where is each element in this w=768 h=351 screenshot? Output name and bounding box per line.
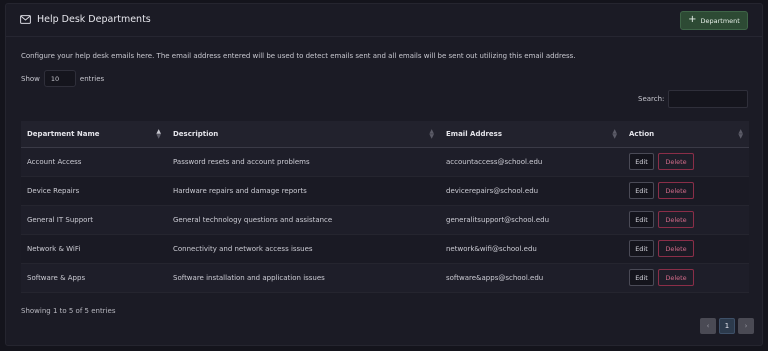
table-row: Device Repairs Hardware repairs and dama… — [21, 176, 749, 206]
column-header-name[interactable]: Department Name ▲ ▼ — [21, 121, 167, 148]
column-header-email[interactable]: Email Address ▲ ▼ — [440, 121, 623, 148]
departments-card: Help Desk Departments + Department Confi… — [5, 3, 763, 346]
search-input[interactable] — [668, 90, 749, 108]
delete-button[interactable]: Delete — [658, 211, 694, 228]
department-email: devicerepairs@school.edu — [440, 176, 623, 206]
table-row: Network & WiFi Connectivity and network … — [21, 234, 749, 264]
envelope-icon — [20, 15, 31, 24]
edit-button[interactable]: Edit — [629, 240, 654, 257]
department-name: Device Repairs — [21, 176, 167, 206]
table-info: Showing 1 to 5 of 5 entries — [21, 307, 116, 315]
entries-label: entries — [79, 74, 105, 83]
page-1-button[interactable]: 1 — [719, 318, 735, 334]
previous-page-button[interactable]: ‹ — [700, 318, 716, 334]
department-name: Software & Apps — [21, 263, 167, 293]
department-email: accountaccess@school.edu — [440, 147, 623, 177]
pagination: ‹ 1 › — [700, 318, 754, 334]
page-title-text: Help Desk Departments — [37, 14, 151, 25]
delete-button[interactable]: Delete — [658, 182, 694, 199]
departments-table: Department Name ▲ ▼ Description ▲ ▼ Email Ad… — [21, 121, 749, 293]
department-description: Hardware repairs and damage reports — [167, 176, 440, 206]
add-department-button[interactable]: + Department — [680, 11, 748, 30]
sort-icon: ▲ ▼ — [612, 128, 617, 140]
department-description: General technology questions and assista… — [167, 205, 440, 235]
table-row: Software & Apps Software installation an… — [21, 263, 749, 293]
delete-button[interactable]: Delete — [658, 153, 694, 170]
edit-button[interactable]: Edit — [629, 211, 654, 228]
entries-length: Show 10 entries — [21, 70, 104, 87]
plus-icon: + — [688, 14, 697, 25]
next-page-button[interactable]: › — [738, 318, 754, 334]
search-label: Search: — [638, 95, 665, 103]
table-row: Account Access Password resets and accou… — [21, 147, 749, 177]
column-header-action[interactable]: Action ▲ ▼ — [623, 121, 749, 148]
entries-select[interactable]: 10 — [43, 70, 76, 87]
delete-button[interactable]: Delete — [658, 269, 694, 286]
sort-icon: ▲ ▼ — [156, 128, 161, 140]
add-department-label: Department — [700, 16, 740, 25]
department-email: software&apps@school.edu — [440, 263, 623, 293]
department-description: Password resets and account problems — [167, 147, 440, 177]
edit-button[interactable]: Edit — [629, 153, 654, 170]
description-text: Configure your help desk emails here. Th… — [21, 52, 576, 60]
department-description: Connectivity and network access issues — [167, 234, 440, 264]
show-label: Show — [21, 74, 40, 83]
department-email: generalitsupport@school.edu — [440, 205, 623, 235]
department-name: General IT Support — [21, 205, 167, 235]
department-email: network&wifi@school.edu — [440, 234, 623, 264]
column-header-description[interactable]: Description ▲ ▼ — [167, 121, 440, 148]
card-header: Help Desk Departments + Department — [6, 4, 762, 37]
department-name: Network & WiFi — [21, 234, 167, 264]
department-description: Software installation and application is… — [167, 263, 440, 293]
table-row: General IT Support General technology qu… — [21, 205, 749, 235]
edit-button[interactable]: Edit — [629, 182, 654, 199]
delete-button[interactable]: Delete — [658, 240, 694, 257]
department-name: Account Access — [21, 147, 167, 177]
edit-button[interactable]: Edit — [629, 269, 654, 286]
page-title: Help Desk Departments — [20, 14, 151, 25]
sort-icon: ▲ ▼ — [738, 128, 743, 140]
search-box: Search: — [638, 90, 749, 108]
sort-icon: ▲ ▼ — [429, 128, 434, 140]
